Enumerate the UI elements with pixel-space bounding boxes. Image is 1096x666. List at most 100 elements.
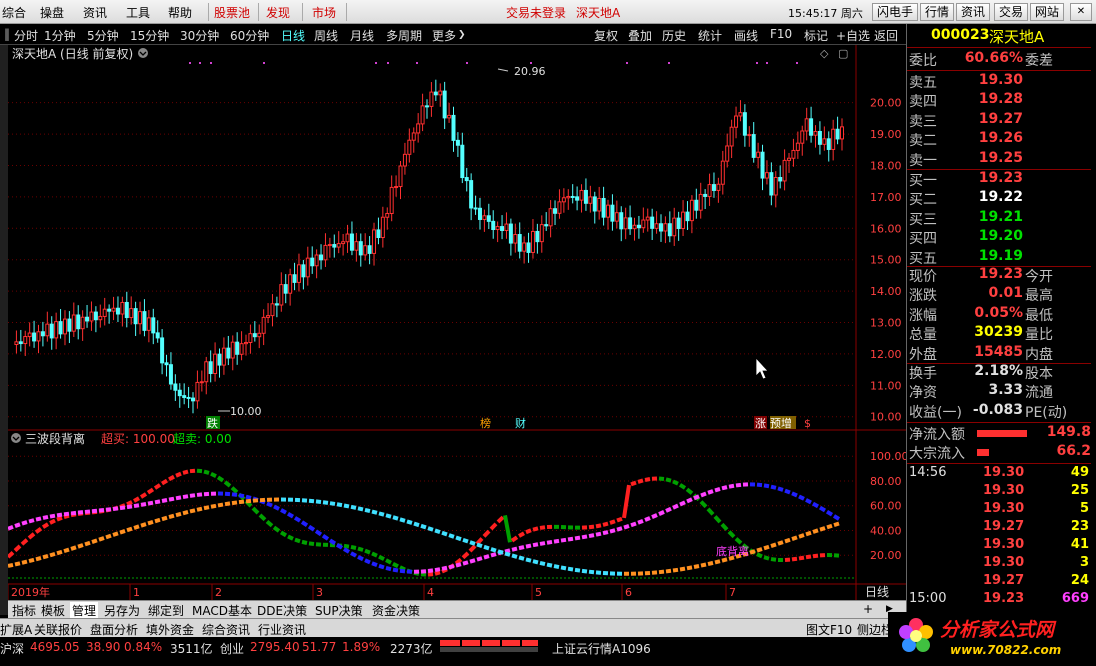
flash-hand-button[interactable]: 闪电手	[872, 3, 918, 21]
indicator-oversell: 超卖: 0.00	[173, 431, 232, 446]
tab-sup[interactable]: SUP决策	[315, 602, 363, 619]
status-tab-expand[interactable]: 扩展A	[0, 621, 32, 638]
left-side-strip[interactable]	[0, 45, 8, 615]
wave-fast	[379, 557, 384, 559]
history-button[interactable]: 历史	[662, 27, 686, 44]
tab-bind-to[interactable]: 绑定到	[148, 602, 184, 619]
kline-chart-svg[interactable]: 20.0019.0018.0017.0016.0015.0014.0013.00…	[8, 45, 906, 600]
period-tab-more[interactable]: 更多	[432, 27, 456, 44]
period-tab-daily[interactable]: 日线	[281, 27, 305, 44]
candle-body	[743, 113, 746, 136]
indicator-chevron-icon[interactable]	[11, 433, 21, 443]
marker-finance[interactable]: 财	[515, 416, 526, 430]
menu-item-discover[interactable]: 发现	[266, 4, 290, 21]
overlay-button[interactable]: 叠加	[628, 27, 652, 44]
wave-fast	[617, 519, 622, 521]
wave-slow	[36, 558, 41, 559]
period-tab-weekly[interactable]: 周线	[314, 27, 338, 44]
wave-mid	[526, 546, 531, 547]
candle-body	[739, 113, 742, 116]
draw-line-button[interactable]: 画线	[734, 27, 758, 44]
status-tab-news[interactable]: 综合资讯	[202, 621, 250, 638]
wave-mid	[148, 503, 153, 504]
news-button[interactable]: 资讯	[956, 3, 990, 21]
stats-button[interactable]: 统计	[698, 27, 722, 44]
status-tab-related[interactable]: 关联报价	[34, 621, 82, 638]
candle-body	[823, 139, 826, 145]
tab-manage[interactable]: 管理	[70, 602, 98, 619]
menu-item-工具[interactable]: 工具	[126, 4, 150, 21]
tab-dde[interactable]: DDE决策	[257, 602, 307, 619]
status-tab-funds[interactable]: 填外资金	[146, 621, 194, 638]
chevron-right-icon[interactable]: ❯	[458, 30, 466, 40]
candle-body	[774, 178, 777, 195]
menu-item-操盘[interactable]: 操盘	[40, 4, 64, 21]
tick-row: 19.305	[907, 501, 1091, 519]
candle-body	[765, 173, 768, 178]
price-tick-label: 16.00	[870, 222, 902, 235]
f10-button[interactable]: F10	[770, 27, 792, 41]
status-tab-industry[interactable]: 行业资讯	[258, 621, 306, 638]
tick-price: 19.30	[983, 537, 1024, 552]
ticker-cy-label[interactable]: 创业	[220, 640, 244, 657]
period-tab-multi[interactable]: 多周期	[386, 27, 422, 44]
wave-slow	[400, 519, 405, 521]
website-button[interactable]: 网站	[1030, 3, 1064, 21]
candle-body	[620, 213, 623, 229]
candle-body	[642, 220, 645, 228]
candle-body	[704, 194, 707, 196]
quote-label: 买三	[909, 209, 937, 229]
marker-forecast[interactable]: 预增	[770, 416, 792, 430]
candle-body	[730, 127, 733, 146]
logo-url: www.70822.com	[950, 643, 1061, 657]
quote-panel: 000023 深天地A 委比 60.66% 委差 卖五19.30卖四19.28卖…	[906, 24, 1096, 663]
period-tab-30min[interactable]: 30分钟	[180, 27, 219, 44]
back-button[interactable]: 返回	[874, 27, 898, 44]
chevron-down-icon[interactable]	[138, 48, 148, 58]
marker-rank[interactable]: 榜	[480, 416, 491, 430]
marker-rise[interactable]: 涨	[755, 417, 766, 430]
wave-fast	[435, 572, 440, 573]
add-tab-icon[interactable]: +	[863, 602, 873, 616]
tab-save-as[interactable]: 另存为	[104, 602, 140, 619]
menu-item-帮助[interactable]: 帮助	[168, 4, 192, 21]
wave-slow	[8, 565, 13, 566]
menu-item-综合[interactable]: 综合	[2, 4, 26, 21]
candle-body	[549, 209, 552, 226]
tab-indicator[interactable]: 指标	[12, 602, 36, 619]
menu-item-market[interactable]: 市场	[312, 4, 336, 21]
indicator-tick-label: 20.00	[870, 549, 902, 562]
close-icon[interactable]: ✕	[1070, 3, 1092, 21]
period-tab-monthly[interactable]: 月线	[350, 27, 374, 44]
mark-button[interactable]: 标记	[804, 27, 828, 44]
period-tab-1min[interactable]: 1分钟	[44, 27, 76, 44]
fuquan-button[interactable]: 复权	[594, 27, 618, 44]
menu-item-资讯[interactable]: 资讯	[83, 4, 107, 21]
tab-template[interactable]: 模板	[41, 602, 65, 619]
tab-fund[interactable]: 资金决策	[372, 602, 420, 619]
menu-item-stock-pool[interactable]: 股票池	[214, 4, 250, 21]
period-tab-15min[interactable]: 15分钟	[130, 27, 169, 44]
tick-list[interactable]: 14:5619.304919.302519.30519.272319.30411…	[907, 465, 1091, 610]
period-tab-分时[interactable]: 分时	[14, 27, 38, 44]
marker-dollar[interactable]: $	[804, 417, 811, 430]
marker-drop[interactable]: 跌	[207, 416, 218, 430]
trade-button[interactable]: 交易	[994, 3, 1028, 21]
period-tab-60min[interactable]: 60分钟	[230, 27, 269, 44]
wave-fast	[57, 518, 62, 520]
f10-text-button[interactable]: 图文F10	[806, 621, 852, 638]
wave-slow	[71, 547, 76, 549]
wave-mid	[78, 512, 83, 513]
tick-volume: 25	[1071, 483, 1089, 498]
add-favorite-button[interactable]: +自选	[836, 27, 870, 44]
ticker-sh-label[interactable]: 沪深	[0, 640, 24, 657]
tab-macd[interactable]: MACD基本	[192, 602, 252, 619]
status-tab-analysis[interactable]: 盘面分析	[90, 621, 138, 638]
candle-body	[328, 245, 331, 246]
candle-body	[125, 302, 128, 317]
period-tab-5min[interactable]: 5分钟	[87, 27, 119, 44]
kline-chart-area[interactable]: 20.0019.0018.0017.0016.0015.0014.0013.00…	[8, 45, 906, 600]
window-icon[interactable]: ▢	[838, 47, 848, 60]
quote-button[interactable]: 行情	[920, 3, 954, 21]
diamond-icon[interactable]: ◇	[820, 47, 829, 60]
